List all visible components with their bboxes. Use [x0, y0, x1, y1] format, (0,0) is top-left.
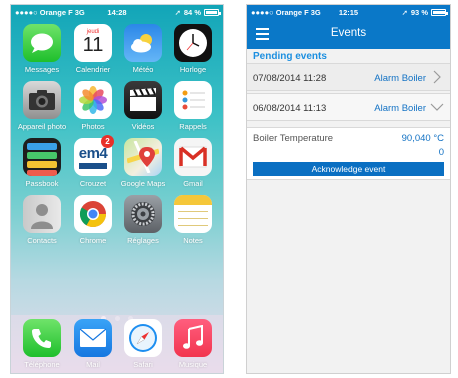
app-label: Crouzet	[79, 179, 107, 188]
app-label: Appareil photo	[17, 122, 67, 131]
detail-secondary-value: 0	[438, 147, 444, 158]
messages-icon	[23, 24, 61, 62]
dock: Téléphone Mail Safari Musique	[11, 315, 223, 373]
app-notes[interactable]: Notes	[168, 195, 218, 245]
location-icon: ➚	[174, 8, 181, 17]
app-label: Notes	[183, 236, 203, 245]
app-clock[interactable]: Horloge	[168, 24, 218, 74]
event-date: 07/08/2014 11:28	[253, 73, 327, 84]
battery-percent: 93 %	[410, 8, 428, 17]
app-camera[interactable]: Appareil photo	[17, 81, 67, 131]
chevron-down-icon[interactable]	[430, 100, 444, 114]
phone-icon	[23, 319, 61, 357]
gmail-icon	[174, 138, 212, 176]
app-label: Calendrier	[75, 65, 111, 74]
app-google-maps[interactable]: Google Maps	[118, 138, 168, 188]
app-label: Google Maps	[120, 179, 166, 188]
app-label: Vidéos	[131, 122, 155, 131]
app-crouzet[interactable]: 2 em4 Crouzet	[68, 135, 118, 188]
contacts-icon	[23, 195, 61, 233]
app-label: Musique	[178, 360, 208, 369]
weather-icon	[124, 24, 162, 62]
app-gmail[interactable]: Gmail	[168, 138, 218, 188]
reminders-icon	[174, 81, 212, 119]
app-contacts[interactable]: Contacts	[17, 195, 67, 245]
app-photos[interactable]: Photos	[68, 81, 118, 131]
app-label: Messages	[24, 65, 60, 74]
crouzet-logo-text: em4	[78, 145, 108, 162]
app-phone[interactable]: Téléphone	[17, 319, 67, 369]
app-settings[interactable]: Réglages	[118, 195, 168, 245]
nav-bar: Events	[247, 19, 450, 49]
battery-icon	[431, 9, 448, 16]
mail-icon	[74, 319, 112, 357]
event-detail-panel: Boiler Temperature 90,040 °C 0 Acknowled…	[247, 127, 450, 180]
app-safari[interactable]: Safari	[118, 319, 168, 369]
app-label: Chrome	[79, 236, 107, 245]
location-icon: ➚	[401, 8, 408, 17]
battery-percent: 84 %	[183, 8, 201, 17]
app-label: Gmail	[183, 179, 203, 188]
app-label: Mail	[86, 360, 100, 369]
app-label: Téléphone	[24, 360, 60, 369]
camera-icon	[23, 81, 61, 119]
calendar-icon: jeudi 11	[74, 24, 112, 62]
settings-icon	[124, 195, 162, 233]
app-videos[interactable]: Vidéos	[118, 81, 168, 131]
battery-icon	[204, 9, 221, 16]
battery-indicator: ➚ 84 %	[174, 8, 221, 17]
app-label: Réglages	[127, 236, 159, 245]
section-header: Pending events	[253, 51, 327, 62]
passbook-icon	[23, 138, 61, 176]
event-date: 06/08/2014 11:13	[253, 103, 327, 114]
event-name: Alarm Boiler	[374, 73, 426, 84]
page-title: Events	[330, 27, 367, 39]
home-screen: ●●●●○ Orange F 3G 14:28 ➚ 84 % Messages …	[10, 4, 224, 374]
photos-icon	[74, 81, 112, 119]
app-label: Contacts	[27, 236, 57, 245]
app-calendar[interactable]: jeudi 11 Calendrier	[68, 24, 118, 74]
detail-value: 90,040 °C	[401, 133, 444, 144]
events-status-bar: ●●●●○ Orange F 3G 12:15 ➚ 93 %	[247, 5, 450, 19]
calendar-date: 11	[82, 34, 104, 56]
app-mail[interactable]: Mail	[68, 319, 118, 369]
videos-icon	[124, 81, 162, 119]
app-label: Horloge	[179, 65, 207, 74]
home-status-bar: ●●●●○ Orange F 3G 14:28 ➚ 84 %	[11, 5, 223, 19]
app-passbook[interactable]: Passbook	[17, 138, 67, 188]
acknowledge-event-button[interactable]: Acknowledge event	[253, 162, 444, 176]
battery-indicator: ➚ 93 %	[401, 8, 448, 17]
app-messages[interactable]: Messages	[17, 24, 67, 74]
app-label: Passbook	[25, 179, 59, 188]
app-music[interactable]: Musique	[168, 319, 218, 369]
event-name: Alarm Boiler	[374, 103, 426, 114]
chevron-right-icon[interactable]	[430, 70, 444, 84]
app-weather[interactable]: Météo	[118, 24, 168, 74]
app-label: Safari	[133, 360, 153, 369]
chrome-icon	[74, 195, 112, 233]
app-label: Photos	[81, 122, 105, 131]
safari-icon	[124, 319, 162, 357]
maps-icon	[124, 138, 162, 176]
events-screen: ●●●●○ Orange F 3G 12:15 ➚ 93 % Events Pe…	[246, 4, 451, 374]
app-label: Météo	[132, 65, 154, 74]
music-icon	[174, 319, 212, 357]
app-chrome[interactable]: Chrome	[68, 195, 118, 245]
event-row[interactable]: 07/08/2014 11:28 Alarm Boiler	[247, 63, 450, 91]
clock-icon	[174, 24, 212, 62]
detail-label: Boiler Temperature	[253, 133, 334, 144]
app-label: Rappels	[179, 122, 207, 131]
event-row[interactable]: 06/08/2014 11:13 Alarm Boiler	[247, 93, 450, 121]
app-reminders[interactable]: Rappels	[168, 81, 218, 131]
notes-icon	[174, 195, 212, 233]
notification-badge: 2	[101, 135, 114, 148]
